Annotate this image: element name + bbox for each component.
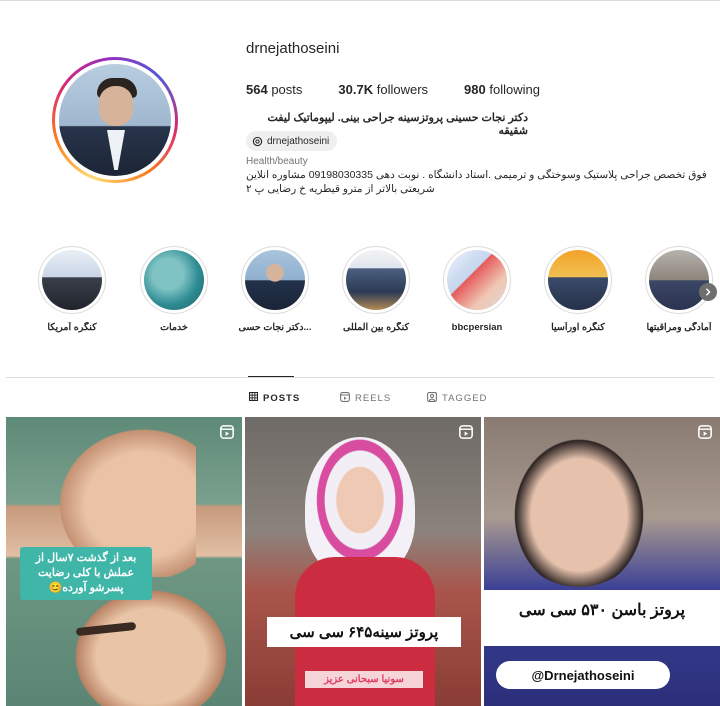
post-tile[interactable]: بعد از گذشت ۷سال از عملش با کلی رضایت پس… <box>6 417 242 706</box>
bio-text: فوق تخصص جراحی پلاستیک وسوختگی و ترمیمی … <box>246 168 716 196</box>
stat-followers[interactable]: 30.7K followers <box>338 82 428 97</box>
story-highlights: کنگره آمریکا خدمات دکتر نجات حسی... کنگر… <box>0 246 720 338</box>
bio-line: شریعتی بالاتر از مترو قیطریه خ رضایی پ ۲ <box>246 183 435 195</box>
post-caption: بعد از گذشت ۷سال از عملش با کلی رضایت پس… <box>20 547 152 600</box>
highlights-next-button[interactable] <box>699 283 717 301</box>
avatar <box>59 64 171 176</box>
profile-stats: 564 posts 30.7K followers 980 following <box>246 82 576 97</box>
threads-link[interactable]: drnejathoseini <box>246 131 338 151</box>
highlight-item[interactable]: کنگره اورآسیا <box>538 246 618 333</box>
tagged-icon <box>427 392 437 405</box>
highlight-item[interactable]: کنگره بین المللی <box>336 246 416 333</box>
tab-reels[interactable]: REELS <box>340 392 391 405</box>
profile-category: Health/beauty <box>246 156 308 167</box>
tabs-divider <box>6 377 714 378</box>
chevron-right-icon <box>704 283 712 301</box>
post-caption: پروتز سینه۶۴۵ سی سی <box>267 617 461 647</box>
post-subcaption: سونیا سبحانی عزیز <box>305 671 423 688</box>
reel-icon <box>459 425 473 444</box>
highlight-item[interactable]: کنگره آمریکا <box>32 246 112 333</box>
reel-icon <box>220 425 234 444</box>
post-tile[interactable]: پروتز باسن ۵۳۰ سی سی @Drnejathoseini <box>484 417 720 706</box>
profile-avatar-story-ring[interactable] <box>52 57 178 183</box>
grid-icon <box>249 392 259 404</box>
post-caption: پروتز باسن ۵۳۰ سی سی <box>518 602 686 619</box>
reel-icon <box>698 425 712 444</box>
profile-username: drnejathoseini <box>246 40 340 57</box>
reels-icon <box>340 392 350 405</box>
highlight-item[interactable]: bbcpersian <box>437 246 517 333</box>
tab-tagged[interactable]: TAGGED <box>427 392 487 405</box>
highlight-item[interactable]: خدمات <box>134 246 214 333</box>
tab-posts[interactable]: POSTS <box>249 392 300 404</box>
stat-following[interactable]: 980 following <box>464 82 540 97</box>
stat-posts: 564 posts <box>246 82 303 97</box>
threads-handle: drnejathoseini <box>267 135 330 147</box>
active-tab-indicator <box>248 376 294 377</box>
post-handle: @Drnejathoseini <box>531 667 635 683</box>
highlight-item[interactable]: دکتر نجات حسی... <box>235 246 315 333</box>
bio-line: فوق تخصص جراحی پلاستیک وسوختگی و ترمیمی … <box>246 169 707 181</box>
post-handle-badge: @Drnejathoseini <box>496 661 670 689</box>
top-border <box>0 0 720 1</box>
post-tile[interactable]: پروتز سینه۶۴۵ سی سی سونیا سبحانی عزیز <box>245 417 481 706</box>
threads-icon <box>252 136 263 147</box>
